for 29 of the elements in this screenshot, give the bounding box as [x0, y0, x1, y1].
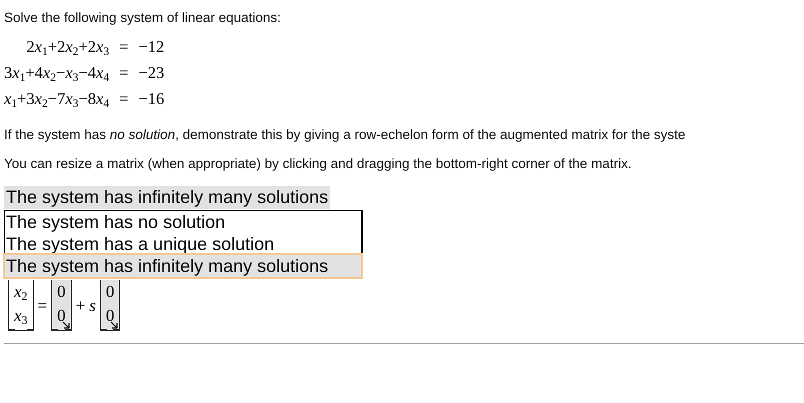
equals-sign: = [119, 37, 128, 57]
equation-left-side: x$_{1}$+3x$_{2}$−7x$_{3}$−8x$_{4}$ [4, 89, 110, 109]
resize-handle-icon[interactable] [110, 321, 118, 329]
answer-dropdown[interactable]: The system has infinitely many solutions [4, 186, 330, 209]
dropdown-option[interactable]: The system has a unique solution [5, 233, 361, 255]
equation-right-side: −23 [138, 63, 164, 83]
plus-sign: + [76, 296, 86, 316]
variable-entry: x$_{3}$ [14, 306, 28, 326]
dropdown-option[interactable]: The system has no solution [5, 211, 361, 233]
matrix-entry[interactable]: 0 [106, 282, 114, 302]
equation-left-side: 2x$_{1}$+2x$_{2}$+2x$_{3}$ [25, 37, 110, 57]
instruction-text: You can resize a matrix (when appropriate) by clicking and dragging the bottom-right corner of the matrix. [4, 156, 633, 171]
matrix-entry[interactable]: 0 [106, 306, 114, 326]
equals-sign: = [38, 296, 48, 316]
equation-right-side: −12 [138, 37, 164, 57]
resize-handle-icon[interactable] [62, 321, 70, 329]
equals-sign: = [119, 89, 128, 109]
equals-sign: = [119, 63, 128, 83]
matrix-entry[interactable]: 0 [57, 306, 66, 326]
matrix-input[interactable]: 0 0 [100, 280, 120, 331]
instruction-text: If the system has no solution, demonstrate this by giving a row-echelon form of the augmented matrix for the syste [4, 127, 686, 142]
matrix-input[interactable]: 0 0 [51, 280, 72, 331]
parameter-name: s [89, 296, 96, 316]
equation-right-side: −16 [138, 89, 164, 109]
instruction-text: Solve the following system of linear equations: [4, 10, 282, 25]
equation-left-side: 3x$_{1}$+4x$_{2}$−x$_{3}$−4x$_{4}$ [4, 63, 110, 83]
variable-entry: x$_{2}$ [14, 282, 28, 302]
dropdown-option[interactable]: The system has infinitely many solutions [5, 255, 361, 277]
matrix-entry[interactable]: 0 [57, 282, 66, 302]
